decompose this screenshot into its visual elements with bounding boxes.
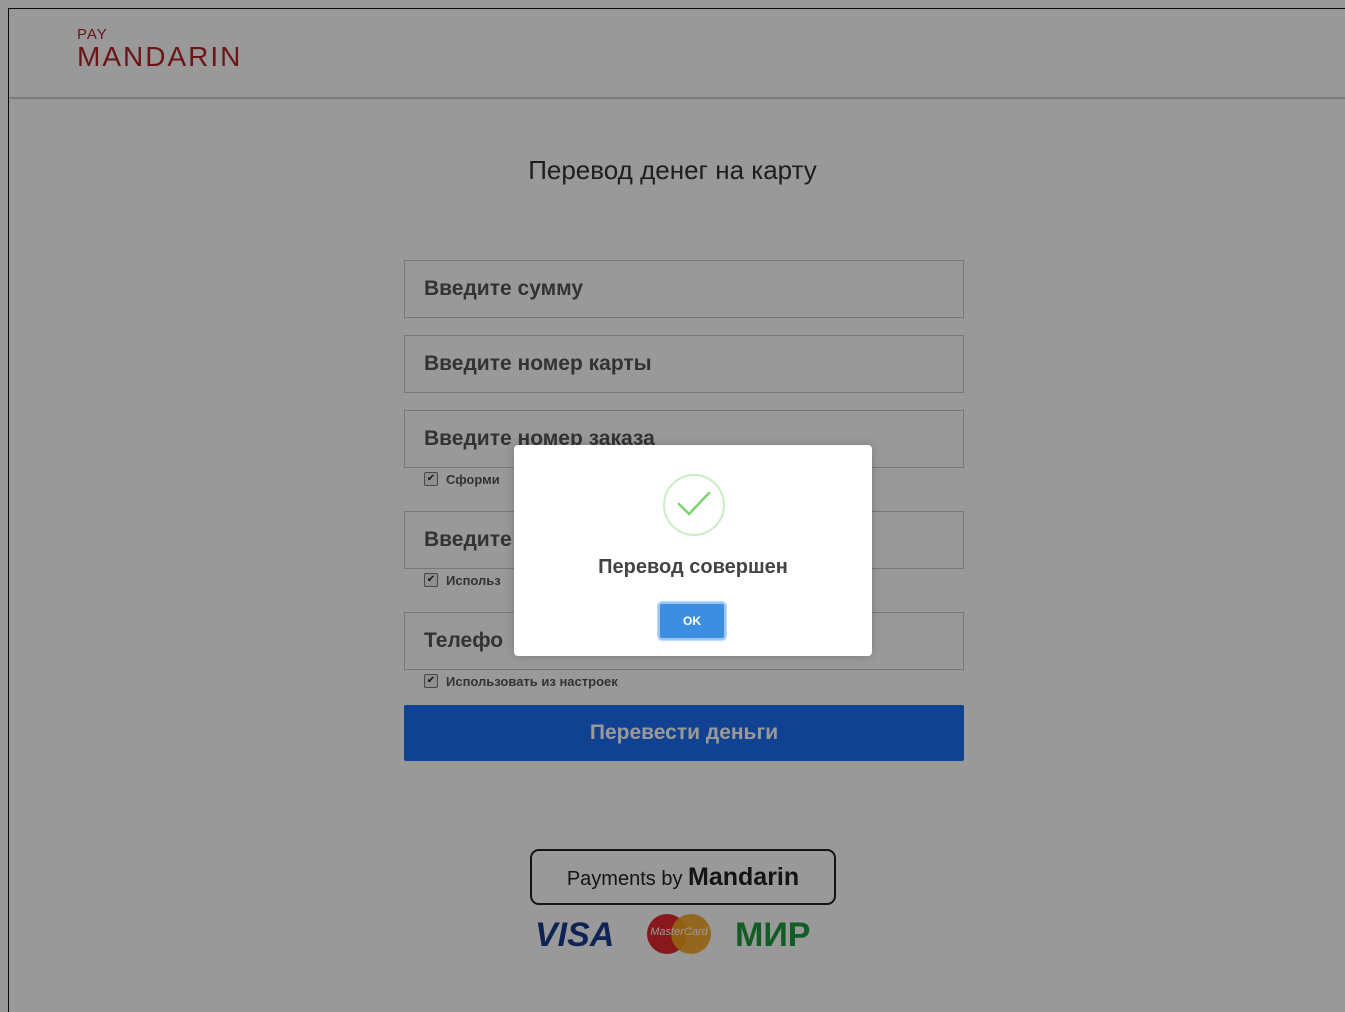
dialog-message: Перевод совершен xyxy=(598,556,788,578)
success-dialog: Перевод совершен OK xyxy=(514,445,872,656)
success-check-icon xyxy=(663,474,725,536)
ok-button[interactable]: OK xyxy=(658,602,726,640)
